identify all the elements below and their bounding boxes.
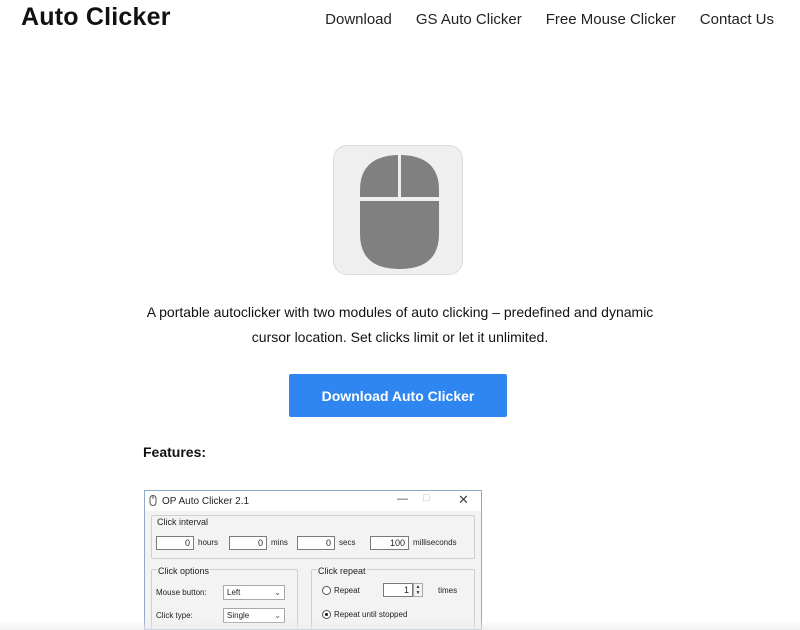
hours-unit: hours [198,538,219,547]
click-type-label: Click type: [156,611,193,620]
secs-field: 0 [297,536,335,550]
features-heading: Features: [143,444,207,460]
click-interval-label: Click interval [157,517,209,527]
app-titlebar: OP Auto Clicker 2.1 — □ ✕ [145,491,481,511]
app-screenshot: OP Auto Clicker 2.1 — □ ✕ Click interval… [144,490,482,630]
chevron-down-icon: ⌄ [274,588,281,597]
repeat-count-field: 1 [383,583,413,597]
repeat-count-spinner: ▲ ▼ [413,583,423,597]
description-line-1: A portable autoclicker with two modules … [146,304,654,320]
times-label: times [438,586,458,595]
click-type-value: Single [227,611,250,620]
secs-unit: secs [339,538,356,547]
site-header: Auto Clicker Download GS Auto Clicker Fr… [0,0,800,40]
mins-unit: mins [271,538,288,547]
minimize-icon: — [397,493,408,505]
mouse-button-value: Left [227,588,241,597]
app-logo-tile [333,145,463,275]
milliseconds-field: 100 [370,536,409,550]
description-line-2: cursor location. Set clicks limit or let… [251,329,549,345]
repeat-until-stopped-label: Repeat until stopped [334,610,408,619]
repeat-until-stopped-radio [322,610,331,619]
site-brand[interactable]: Auto Clicker [21,3,171,32]
close-icon: ✕ [458,492,469,507]
main-nav: Download GS Auto Clicker Free Mouse Clic… [325,11,774,28]
mouse-icon [149,495,157,506]
nav-free-mouse-clicker[interactable]: Free Mouse Clicker [546,11,676,28]
nav-download[interactable]: Download [325,11,392,28]
milliseconds-unit: milliseconds [413,538,457,547]
hours-field: 0 [156,536,194,550]
click-options-label: Click options [157,566,211,576]
repeat-radio-label: Repeat [334,586,360,595]
click-repeat-label: Click repeat [317,566,367,576]
scroll-fade [0,620,800,630]
computer-mouse-icon [360,155,439,269]
mins-field: 0 [229,536,267,550]
nav-gs-auto-clicker[interactable]: GS Auto Clicker [416,11,522,28]
mouse-button-label: Mouse button: [156,588,207,597]
repeat-radio [322,586,331,595]
nav-contact-us[interactable]: Contact Us [700,11,774,28]
maximize-icon: □ [423,492,430,504]
download-auto-clicker-button[interactable]: Download Auto Clicker [289,374,507,417]
app-window-title: OP Auto Clicker 2.1 [162,496,250,507]
mouse-button-select: Left ⌄ [223,585,285,600]
app-description: A portable autoclicker with two modules … [120,300,680,350]
